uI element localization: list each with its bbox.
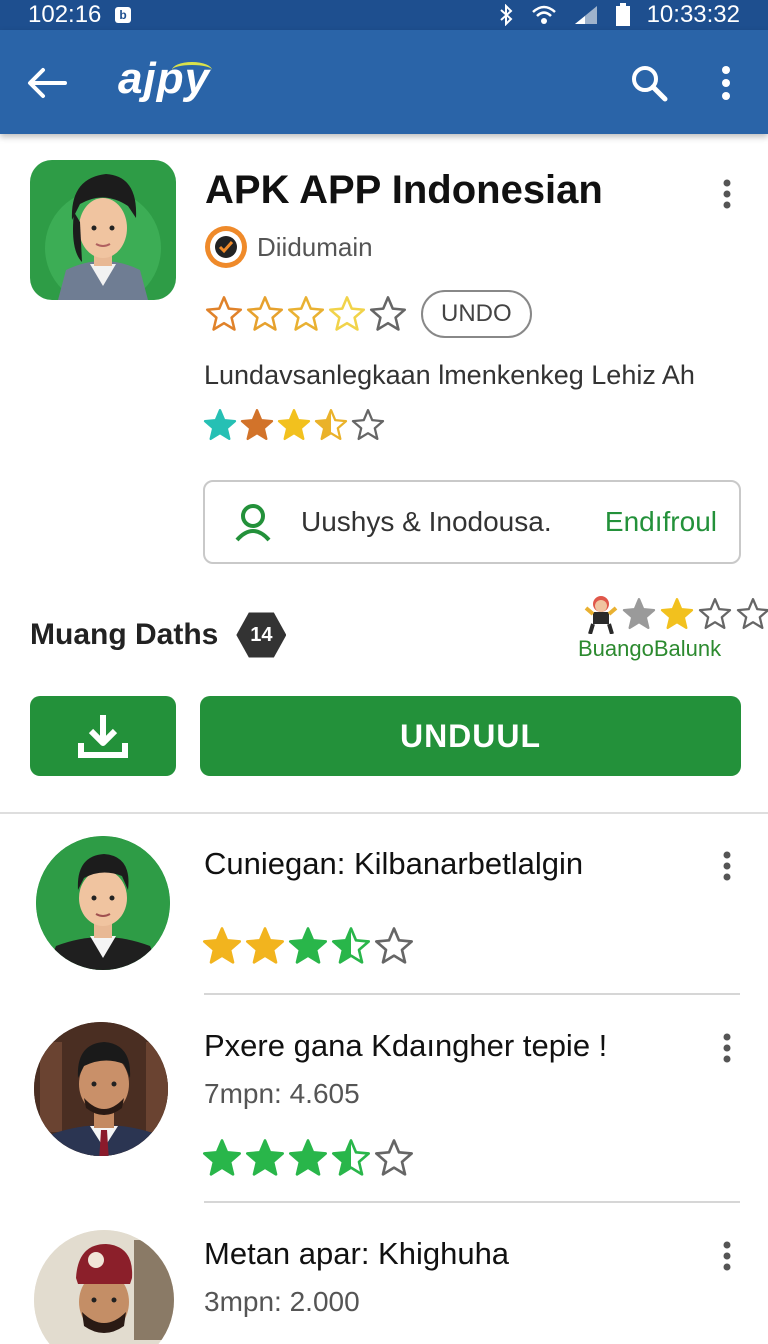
status-bar: 102:16 b 10:33:32 [0,0,768,30]
info-card[interactable]: Uushys & Inodousa. Endıfroul [203,480,741,564]
review-name: Metan apar: Khighuha [204,1236,510,1271]
review-rating [202,1138,414,1178]
star-rating-top [205,295,407,333]
notification-chip: b [115,7,131,23]
partner-widget[interactable]: BuangoBalunk [578,594,768,668]
info-text: Uushys & Inodousa. [301,506,552,537]
developer-name: Diidumain [257,231,373,262]
review-overflow-button[interactable] [712,1030,742,1066]
star-filled-icon [203,927,242,964]
star-empty-icon [375,927,413,964]
bluetooth-icon [497,4,515,26]
star-filled-icon [240,408,274,441]
star-filled-icon [203,408,237,441]
review-overflow-button[interactable] [712,848,742,884]
star-empty-icon [736,597,768,630]
battery-icon [615,3,631,27]
star-filled-icon [246,927,284,964]
star-filled-icon [314,408,348,441]
review-meta: 7mpn: 4.605 [204,1078,360,1109]
star-empty-icon [698,597,732,630]
star-filled-icon [660,597,694,630]
app-subtitle: Lundavsanlegkaan lmenkenkeg Lehiz Ah [204,360,695,390]
verified-badge-icon [205,226,247,268]
rating-row: UNDO [205,290,532,338]
star-filled-icon [332,1139,370,1176]
more-vert-icon [723,851,731,881]
star-filled-icon [205,296,243,331]
download-button[interactable] [30,696,176,776]
star-filled-icon [289,1139,327,1176]
install-button[interactable]: UNDUUL [200,696,741,776]
review-meta: 3mpn: 2.000 [204,1286,360,1317]
status-time-right: 10:33:32 [646,1,740,28]
status-time-left: 102:16 [28,1,102,28]
avatar [34,1022,168,1156]
avatar [34,1230,174,1344]
wifi-icon [531,4,557,26]
star-filled-icon [246,1139,284,1176]
review-name: Pxere gana Kdaıngher tepie ! [204,1028,608,1063]
star-empty-icon [369,296,407,331]
star-filled-icon [287,296,325,331]
review-name: Cuniegan: Kilbanarbetlalgin [204,846,584,881]
more-vert-icon [723,1241,731,1271]
review-overflow-button[interactable] [712,1238,742,1274]
star-filled-icon [246,296,284,331]
section-row: Muang Daths 14 [30,610,287,660]
more-vert-icon [722,66,730,100]
more-vert-icon [723,1033,731,1063]
info-link[interactable]: Endıfroul [605,506,717,538]
section-divider [0,812,768,814]
age-rating-badge: 14 [236,612,287,658]
star-rating-secondary [203,408,385,442]
star-empty-icon [375,1139,413,1176]
app-overflow-button[interactable] [712,176,742,212]
download-icon [78,715,128,758]
logo-swoosh [172,62,212,78]
star-filled-icon [328,296,366,331]
star-filled-icon [332,927,370,964]
review-divider [204,1201,740,1203]
back-button[interactable] [24,60,70,106]
user-icon [231,500,275,544]
overflow-menu-button[interactable] [706,60,746,106]
arrow-left-icon [28,68,67,98]
app-title: APK APP Indonesian [205,168,603,212]
more-vert-icon [723,179,731,209]
signal-icon [573,4,599,26]
section-label: Muang Daths [30,618,219,651]
search-icon [632,66,668,102]
avatar [36,836,170,970]
partner-name: BuangoBalunk [578,636,722,661]
undo-button[interactable]: UNDO [421,290,532,338]
star-filled-icon [277,408,311,441]
star-filled-icon [622,597,656,630]
app-bar: ajpy [0,30,768,134]
review-rating [202,926,414,966]
search-button[interactable] [626,60,672,106]
developer-row[interactable]: Diidumain [205,226,373,268]
star-empty-icon [351,408,385,441]
review-divider [204,993,740,995]
star-filled-icon [289,927,327,964]
star-filled-icon [203,1139,242,1176]
app-icon [30,160,176,300]
mascot-icon [584,596,618,634]
